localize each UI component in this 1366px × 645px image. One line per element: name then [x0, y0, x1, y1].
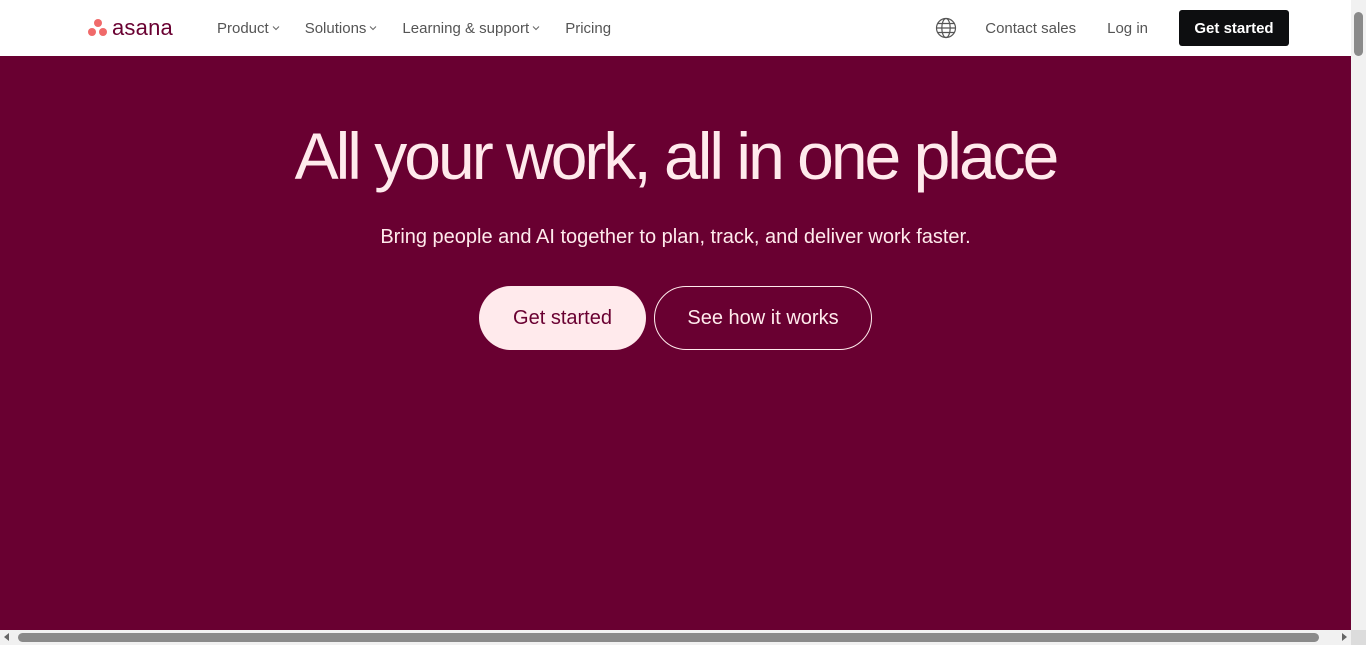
contact-sales-link[interactable]: Contact sales	[985, 20, 1076, 37]
chevron-down-icon	[532, 26, 540, 31]
horizontal-scrollbar[interactable]	[0, 630, 1366, 645]
header-actions: Contact sales Log in Get started	[935, 0, 1289, 56]
vertical-scrollbar-thumb[interactable]	[1354, 12, 1363, 56]
hero-subtitle: Bring people and AI together to plan, tr…	[380, 226, 971, 248]
top-navigation-bar: asana Product Solutions Learning & suppo…	[0, 0, 1351, 56]
scroll-left-arrow-icon[interactable]	[4, 633, 9, 641]
nav-item-label: Pricing	[565, 19, 612, 37]
main-nav: Product Solutions Learning & support Pri…	[217, 0, 636, 56]
page: asana Product Solutions Learning & suppo…	[0, 0, 1366, 645]
nav-item-learning-support[interactable]: Learning & support	[402, 20, 540, 37]
nav-item-label: Solutions	[304, 19, 367, 37]
chevron-down-icon	[272, 26, 280, 31]
header-get-started-button[interactable]: Get started	[1179, 10, 1289, 46]
hero-section: All your work, all in one place Bring pe…	[0, 56, 1351, 630]
globe-icon[interactable]	[935, 17, 957, 39]
asana-logo-mark-icon	[88, 19, 108, 37]
nav-item-label: Learning & support	[402, 19, 530, 37]
logo-wordmark: asana	[112, 15, 173, 40]
nav-item-product[interactable]: Product	[217, 20, 280, 37]
horizontal-scrollbar-thumb[interactable]	[18, 633, 1319, 642]
nav-item-solutions[interactable]: Solutions	[305, 20, 378, 37]
hero-get-started-button[interactable]: Get started	[479, 286, 646, 350]
scroll-right-arrow-icon[interactable]	[1342, 633, 1347, 641]
log-in-link[interactable]: Log in	[1107, 20, 1148, 37]
chevron-down-icon	[370, 26, 377, 31]
asana-logo[interactable]: asana	[88, 14, 173, 42]
nav-item-label: Product	[217, 19, 269, 37]
hero-title: All your work, all in one place	[294, 119, 1060, 193]
vertical-scrollbar[interactable]	[1351, 0, 1366, 630]
scrollbar-corner	[1351, 630, 1366, 645]
hero-buttons: Get started See how it works	[0, 286, 1351, 350]
nav-item-pricing[interactable]: Pricing	[565, 20, 611, 37]
see-how-it-works-button[interactable]: See how it works	[654, 286, 872, 350]
